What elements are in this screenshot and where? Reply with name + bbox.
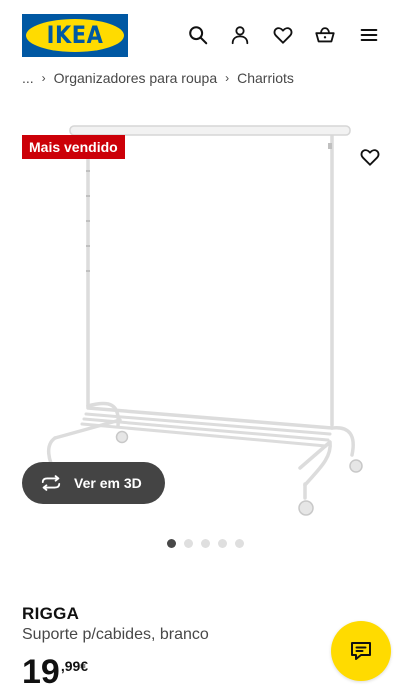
breadcrumb-item[interactable]: Organizadores para roupa: [54, 70, 217, 86]
view-3d-button[interactable]: Ver em 3D: [22, 462, 165, 504]
price-decimal: ,99: [60, 658, 81, 674]
chat-icon: [351, 642, 371, 660]
price-currency: €: [80, 658, 89, 674]
favorite-heart-icon[interactable]: [357, 144, 383, 170]
rotate-3d-icon: [41, 475, 61, 491]
search-icon[interactable]: [185, 22, 211, 48]
view-3d-label: Ver em 3D: [74, 475, 142, 491]
header: IKEA: [0, 0, 412, 70]
menu-icon[interactable]: [356, 22, 382, 48]
chevron-right-icon: ›: [41, 71, 46, 85]
product-price: 19 ,99 €: [22, 654, 88, 690]
breadcrumb: ... › Organizadores para roupa › Charrio…: [22, 66, 412, 88]
product-name: RIGGA: [22, 604, 80, 623]
breadcrumb-item[interactable]: Charriots: [237, 70, 294, 86]
ikea-logo[interactable]: IKEA: [22, 14, 128, 57]
best-seller-badge: Mais vendido: [22, 135, 125, 159]
logo-oval: IKEA: [26, 19, 124, 52]
chat-button[interactable]: [331, 621, 391, 681]
carousel-dot[interactable]: [218, 539, 227, 548]
carousel-dot[interactable]: [201, 539, 210, 548]
chevron-right-icon: ›: [225, 71, 230, 85]
breadcrumb-ellipsis[interactable]: ...: [22, 70, 34, 86]
carousel-dot[interactable]: [184, 539, 193, 548]
image-carousel-dots: [167, 539, 244, 548]
basket-icon[interactable]: [312, 22, 338, 48]
price-integer: 19: [22, 653, 60, 691]
heart-icon[interactable]: [270, 22, 296, 48]
product-description: Suporte p/cabides, branco: [22, 626, 209, 643]
carousel-dot-active[interactable]: [167, 539, 176, 548]
carousel-dot[interactable]: [235, 539, 244, 548]
user-icon[interactable]: [227, 22, 253, 48]
logo-text: IKEA: [46, 21, 104, 49]
